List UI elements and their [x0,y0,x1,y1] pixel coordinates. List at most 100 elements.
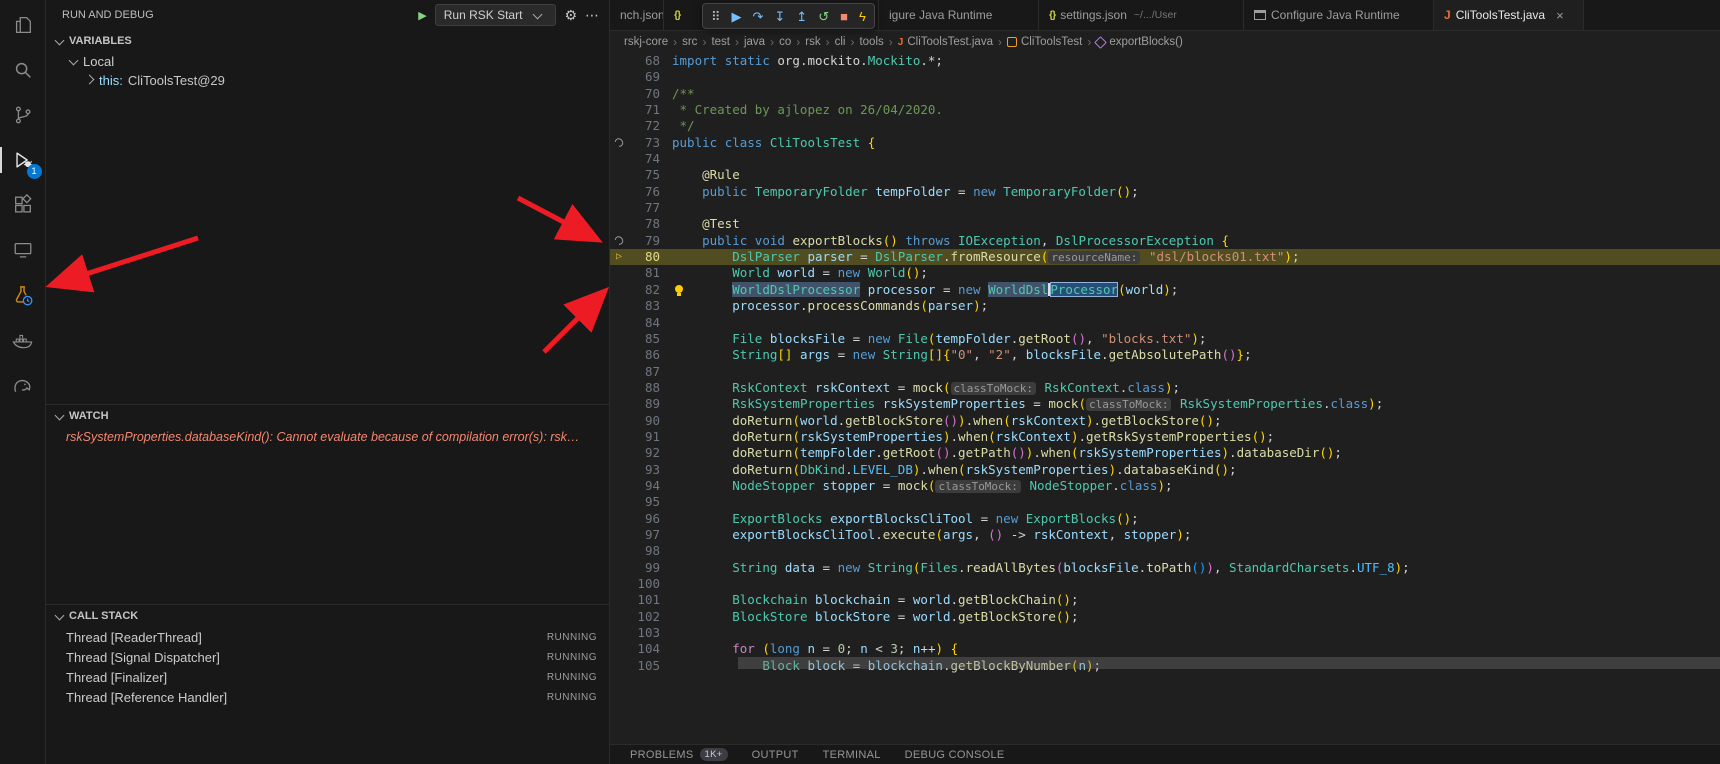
glyph-margin[interactable] [610,265,628,281]
call-stack-thread[interactable]: Thread [Signal Dispatcher]RUNNING [46,647,609,667]
breadcrumb-item[interactable]: JCliToolsTest.java [898,36,993,48]
glyph-margin[interactable] [610,429,628,445]
tab-igure-java-runtime[interactable]: igure Java Runtime [879,0,1039,30]
continue-button[interactable]: ▶ [732,10,742,23]
glyph-margin[interactable] [610,151,628,167]
breadcrumb-item[interactable]: co [779,36,791,48]
hot-code-replace-button[interactable]: ϟ [859,10,866,23]
debug-current-line-icon[interactable]: ▷ [610,249,628,265]
glyph-margin[interactable] [610,53,628,69]
glyph-margin[interactable] [610,282,628,298]
variables-section-header[interactable]: VARIABLES [46,30,609,52]
code-line[interactable]: 85 File blocksFile = new File(tempFolder… [610,331,1720,347]
breadcrumb-item[interactable]: java [744,36,765,48]
step-out-button[interactable]: ↥ [796,10,807,23]
code-line[interactable]: 71 * Created by ajlopez on 26/04/2020. [610,102,1720,118]
more-actions-icon[interactable]: ⋯ [585,7,599,24]
code-line[interactable]: 95 [610,494,1720,510]
variable-this[interactable]: this: CliToolsTest@29 [46,71,609,90]
code-line[interactable]: ▷80 DslParser parser = DslParser.fromRes… [610,249,1720,265]
glyph-margin[interactable] [610,200,628,216]
tab-clitoolstest-java[interactable]: JCliToolsTest.java× [1434,0,1584,30]
code-line[interactable]: 98 [610,543,1720,559]
glyph-margin[interactable] [610,118,628,134]
code-line[interactable]: 84 [610,315,1720,331]
variables-scope-local[interactable]: Local [46,52,609,71]
debug-configuration-select[interactable]: Run RSK Start [435,4,557,26]
tab-settings-json[interactable]: {}settings.json~/.../User [1039,0,1244,30]
code-line[interactable]: 88 RskContext rskContext = mock(classToM… [610,380,1720,396]
code-line[interactable]: 101 Blockchain blockchain = world.getBlo… [610,592,1720,608]
glyph-margin[interactable] [610,102,628,118]
code-line[interactable]: 75 @Rule [610,167,1720,183]
breadcrumb-item[interactable]: cli [835,36,846,48]
glyph-margin[interactable] [610,298,628,314]
close-icon[interactable]: × [1556,8,1564,23]
explorer-icon[interactable] [8,10,38,40]
code-line[interactable]: 90 doReturn(world.getBlockStore()).when(… [610,413,1720,429]
glyph-margin[interactable] [610,592,628,608]
code-line[interactable]: 78 @Test [610,216,1720,232]
breadcrumb-item[interactable]: tools [859,36,883,48]
code-line[interactable]: 89 RskSystemProperties rskSystemProperti… [610,396,1720,412]
panel-tab-debug-console[interactable]: DEBUG CONSOLE [905,749,1005,761]
code-line[interactable]: 76 public TemporaryFolder tempFolder = n… [610,184,1720,200]
source-control-icon[interactable] [8,100,38,130]
code-line[interactable]: 96 ExportBlocks exportBlocksCliTool = ne… [610,511,1720,527]
breadcrumb-item[interactable]: rskj-core [624,36,668,48]
code-line[interactable]: 93 doReturn(DbKind.LEVEL_DB).when(rskSys… [610,462,1720,478]
glyph-margin[interactable] [610,364,628,380]
start-debugging-icon[interactable]: ▶ [418,9,426,22]
call-stack-section-header[interactable]: CALL STACK [46,605,609,627]
stop-button[interactable]: ■ [840,10,848,23]
glyph-margin[interactable] [610,315,628,331]
code-line[interactable]: 81 World world = new World(); [610,265,1720,281]
horizontal-scrollbar[interactable] [738,657,1720,669]
call-stack-thread[interactable]: Thread [Reference Handler]RUNNING [46,687,609,707]
breadcrumb-item[interactable]: CliToolsTest [1007,36,1082,48]
watch-section-header[interactable]: WATCH [46,405,609,427]
code-line[interactable]: 100 [610,576,1720,592]
code-line[interactable]: 87 [610,364,1720,380]
panel-tab-output[interactable]: OUTPUT [752,749,799,761]
code-line[interactable]: 74 [610,151,1720,167]
breadcrumb-item[interactable]: rsk [805,36,820,48]
code-line[interactable]: 97 exportBlocksCliTool.execute(args, () … [610,527,1720,543]
code-line[interactable]: 68import static org.mockito.Mockito.*; [610,53,1720,69]
glyph-margin[interactable] [610,560,628,576]
breadcrumb-item[interactable]: src [682,36,697,48]
call-stack-thread[interactable]: Thread [ReaderThread]RUNNING [46,627,609,647]
code-line[interactable]: 102 BlockStore blockStore = world.getBlo… [610,609,1720,625]
code-line[interactable]: 103 [610,625,1720,641]
glyph-margin[interactable] [610,527,628,543]
gear-icon[interactable]: ⚙ [564,7,577,24]
breadcrumb-item[interactable]: exportBlocks() [1096,36,1183,48]
panel-tab-problems[interactable]: PROBLEMS1K+ [630,748,728,761]
glyph-margin[interactable] [610,184,628,200]
step-over-button[interactable]: ↷ [753,10,764,23]
watch-expression[interactable]: rskSystemProperties.databaseKind(): Cann… [46,427,609,444]
restart-button[interactable]: ↺ [818,10,829,23]
glyph-margin[interactable] [610,413,628,429]
glyph-margin[interactable] [610,167,628,183]
glyph-margin[interactable] [610,380,628,396]
glyph-margin[interactable] [610,396,628,412]
glyph-margin[interactable] [610,511,628,527]
code-line[interactable]: 77 [610,200,1720,216]
code-line[interactable]: 91 doReturn(rskSystemProperties).when(rs… [610,429,1720,445]
glyph-margin[interactable] [610,69,628,85]
code-line[interactable]: 86 String[] args = new String[]{"0", "2"… [610,347,1720,363]
code-line[interactable]: 92 doReturn(tempFolder.getRoot().getPath… [610,445,1720,461]
lightbulb-icon[interactable] [675,285,683,293]
code-line[interactable]: 104 for (long n = 0; n < 3; n++) { [610,641,1720,657]
glyph-margin[interactable] [610,331,628,347]
remote-explorer-icon[interactable] [8,235,38,265]
glyph-margin[interactable] [610,609,628,625]
code-line[interactable]: 94 NodeStopper stopper = mock(classToMoc… [610,478,1720,494]
code-line[interactable]: 72 */ [610,118,1720,134]
code-line[interactable]: 82 WorldDslProcessor processor = new Wor… [610,282,1720,298]
glyph-margin[interactable] [610,478,628,494]
code-line[interactable]: 70/** [610,86,1720,102]
tab-configure-java-runtime[interactable]: Configure Java Runtime [1244,0,1434,30]
gradle-icon[interactable] [8,370,38,400]
